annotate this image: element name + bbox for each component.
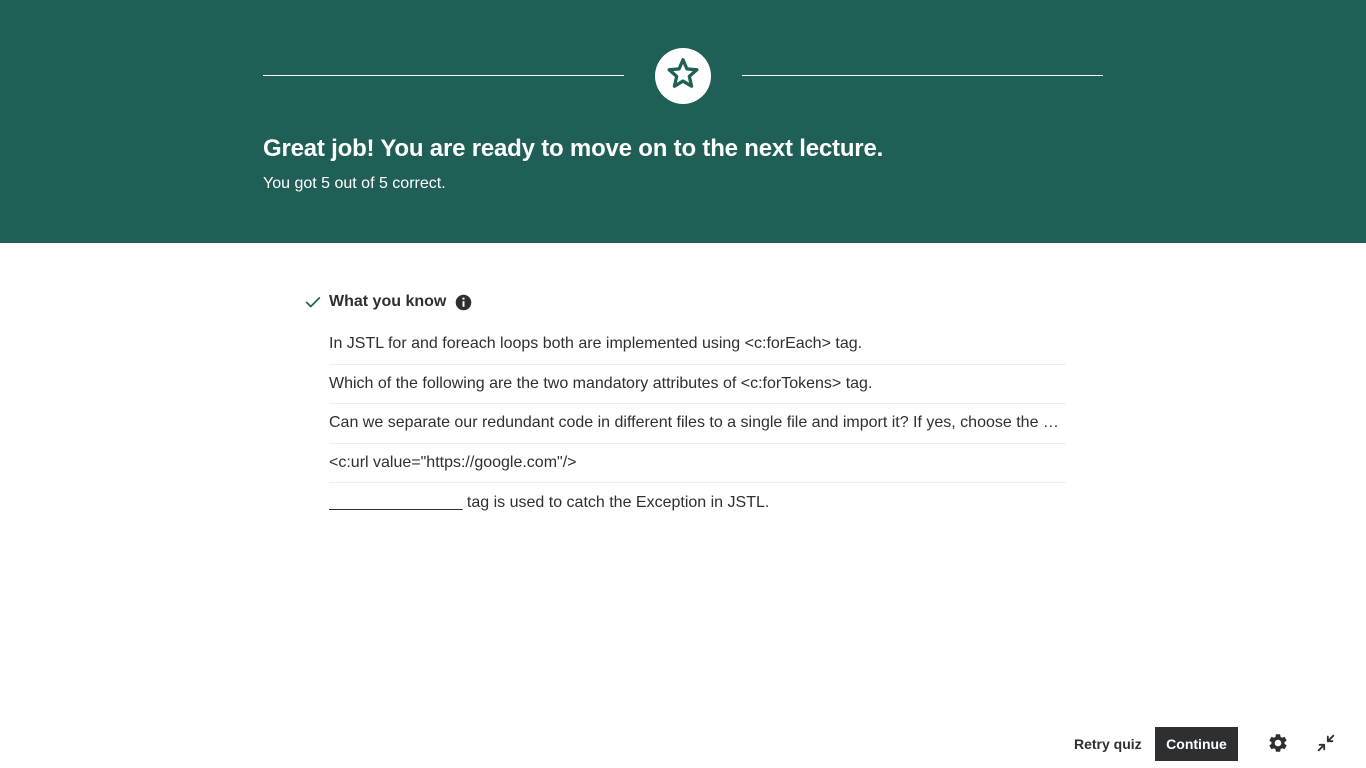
section-header: What you know bbox=[300, 290, 1066, 314]
star-badge bbox=[655, 48, 711, 104]
question-item[interactable]: <c:url value="https://google.com"/> bbox=[329, 444, 1066, 483]
question-item[interactable]: Can we separate our redundant code in di… bbox=[329, 404, 1066, 444]
banner-divider-left bbox=[263, 75, 624, 76]
gear-icon bbox=[1267, 732, 1289, 757]
section-title: What you know bbox=[329, 293, 447, 310]
check-icon bbox=[302, 291, 324, 313]
question-text: _______________ tag is used to catch the… bbox=[329, 493, 770, 511]
question-text: <c:url value="https://google.com"/> bbox=[329, 453, 577, 471]
star-icon bbox=[665, 56, 701, 97]
quiz-result-banner: Great job! You are ready to move on to t… bbox=[0, 0, 1366, 243]
question-text: Can we separate our redundant code in di… bbox=[329, 414, 1064, 432]
retry-quiz-button[interactable]: Retry quiz bbox=[1064, 727, 1152, 761]
question-item[interactable]: Which of the following are the two manda… bbox=[329, 365, 1066, 404]
continue-button[interactable]: Continue bbox=[1155, 727, 1238, 761]
question-text: In JSTL for and foreach loops both are i… bbox=[329, 335, 863, 353]
settings-button[interactable] bbox=[1265, 731, 1291, 757]
question-text: Which of the following are the two manda… bbox=[329, 374, 873, 392]
result-title: Great job! You are ready to move on to t… bbox=[263, 135, 884, 162]
banner-divider-right bbox=[742, 75, 1103, 76]
what-you-know-section: What you know In JSTL for and foreach lo… bbox=[300, 290, 1066, 523]
question-item[interactable]: In JSTL for and foreach loops both are i… bbox=[329, 325, 1066, 365]
question-item[interactable]: _______________ tag is used to catch the… bbox=[329, 483, 1066, 523]
exit-fullscreen-button[interactable] bbox=[1313, 731, 1339, 757]
collapse-icon bbox=[1315, 732, 1337, 757]
score-text: You got 5 out of 5 correct. bbox=[263, 175, 446, 192]
question-list: In JSTL for and foreach loops both are i… bbox=[300, 325, 1066, 523]
info-icon[interactable] bbox=[455, 294, 472, 311]
